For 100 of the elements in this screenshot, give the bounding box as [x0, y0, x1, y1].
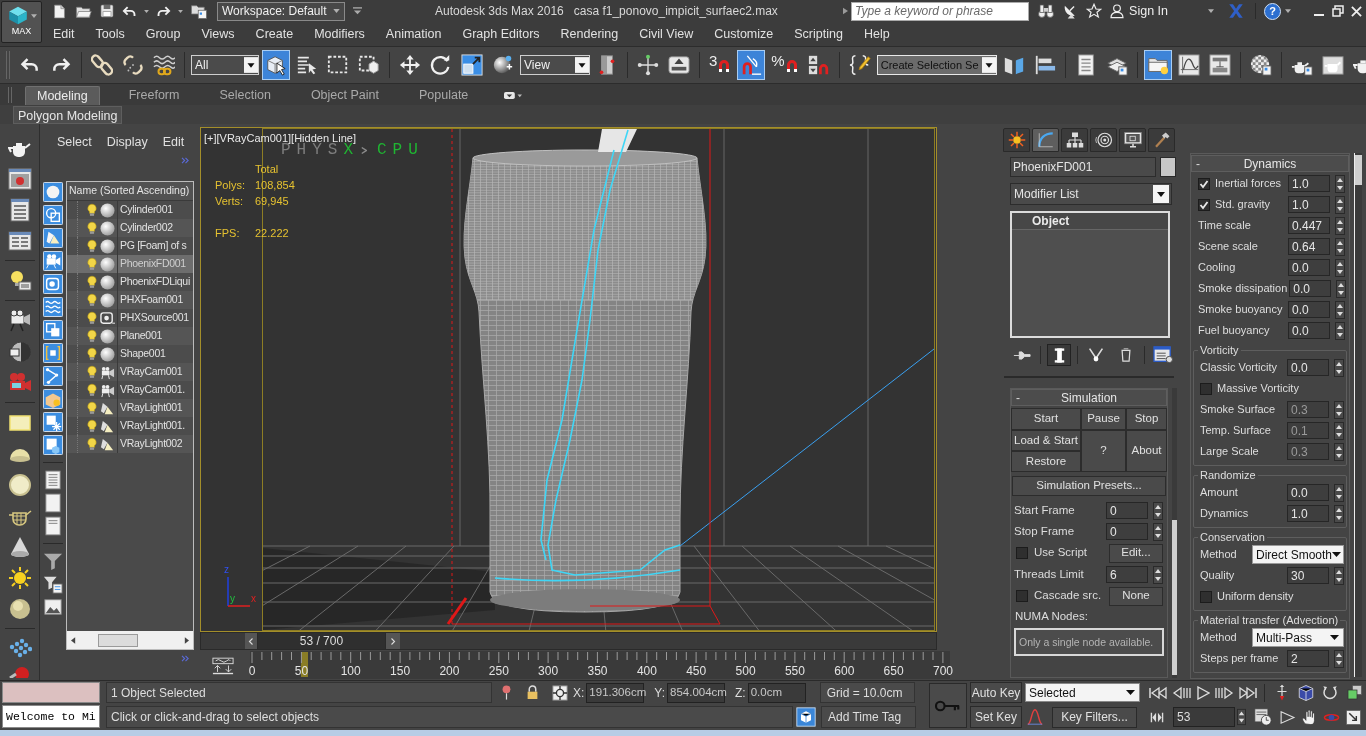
vertical-scrollbar[interactable] [1172, 388, 1177, 678]
polygon-modeling-button[interactable]: Polygon Modeling [13, 105, 123, 124]
scale-box-icon[interactable] [461, 54, 483, 76]
restore-icon[interactable] [1332, 5, 1344, 17]
coordinate-field[interactable]: 0.0cm [747, 682, 806, 703]
sphere-tile-icon[interactable] [43, 182, 63, 202]
key-mode-icon[interactable] [1149, 710, 1165, 724]
cascade-source-button[interactable]: None [1109, 586, 1163, 606]
isolate-cube-icon[interactable] [796, 707, 816, 727]
previous-frame-icon[interactable] [1172, 685, 1192, 700]
schematic-icon[interactable] [1208, 54, 1231, 76]
spotlight-tile-icon[interactable] [43, 228, 63, 248]
workspace-dropdown[interactable]: Workspace: Default [217, 1, 345, 21]
command-tab[interactable] [1090, 128, 1117, 152]
half-page-icon[interactable] [45, 516, 61, 536]
spinner-magnet-icon[interactable] [807, 54, 830, 76]
checkbox[interactable] [1016, 547, 1028, 559]
spinner-arrows-icon[interactable] [1334, 483, 1344, 502]
time-slider-thumb[interactable]: 53 / 700 [257, 633, 385, 649]
document-lines-icon[interactable] [45, 470, 61, 490]
stack-tool-button[interactable] [1047, 344, 1071, 366]
orbit-arrows-icon[interactable] [1321, 683, 1339, 702]
number-field[interactable]: 0.64 [1288, 238, 1330, 255]
hand-pan-icon[interactable] [1301, 708, 1318, 726]
spinner-arrows-icon[interactable] [1335, 321, 1345, 340]
bulb-icon[interactable] [87, 257, 97, 271]
close-icon[interactable] [1351, 5, 1362, 17]
play-icon[interactable] [1196, 685, 1210, 700]
key-mode-dropdown[interactable]: Selected [1025, 683, 1140, 702]
current-frame-field[interactable]: 53 [1173, 707, 1235, 727]
pushpin-icon[interactable] [501, 684, 512, 701]
star-icon[interactable] [1086, 3, 1103, 19]
coordinate-system-dropdown[interactable]: View [520, 55, 590, 75]
ribbon-tab[interactable]: Selection [208, 86, 282, 105]
help-button[interactable]: ? [1264, 2, 1281, 20]
outliner-row[interactable]: VRayLight001 [67, 399, 193, 417]
named-selection-dropdown[interactable]: Create Selection Se [876, 55, 997, 75]
number-field[interactable]: 1.0 [1287, 505, 1329, 522]
crosshair-box-icon[interactable] [552, 684, 568, 701]
outliner-row[interactable]: VRayLight002 [67, 435, 193, 453]
bulb-icon[interactable] [87, 437, 97, 451]
spinner-arrows-icon[interactable] [1153, 501, 1163, 520]
pause-button[interactable]: Pause [1081, 408, 1126, 430]
collapse-toggle[interactable]: - [1192, 157, 1204, 170]
window-caret-icon[interactable] [503, 91, 524, 100]
boxes-icon[interactable] [1345, 683, 1363, 702]
checkbox[interactable] [1016, 590, 1028, 602]
sphere-camera-icon[interactable] [7, 339, 32, 364]
binoculars-icon[interactable] [1037, 2, 1056, 20]
align-bars-icon[interactable] [1033, 54, 1056, 76]
shapes-tile-icon[interactable] [43, 205, 63, 225]
method-dropdown[interactable]: Direct Smooth [1252, 545, 1344, 564]
ball-icon[interactable] [7, 664, 32, 678]
crosshair-dots-icon[interactable] [637, 54, 659, 76]
clock-window-icon[interactable] [1254, 708, 1272, 726]
coordinate-field[interactable]: 191.306cm [586, 682, 645, 703]
broken-chain-icon[interactable] [122, 54, 144, 76]
listener-input-field[interactable] [2, 682, 100, 703]
stop-button[interactable]: Stop [1126, 408, 1167, 430]
number-field[interactable]: 1.0 [1288, 175, 1330, 192]
number-field[interactable]: 0 [1106, 523, 1148, 540]
color-swatch-icon[interactable] [1160, 157, 1176, 177]
ribbon-tab[interactable]: Freeform [117, 86, 191, 105]
column-header[interactable]: Name (Sorted Ascending) [67, 182, 193, 201]
auto-key-button[interactable]: Auto Key [970, 682, 1022, 703]
funnel-list-icon[interactable] [43, 574, 63, 594]
select-object-button[interactable] [262, 50, 290, 80]
time-slider[interactable]: 53 / 700 [200, 632, 937, 650]
spinner-arrows-icon[interactable] [1334, 649, 1344, 668]
number-field[interactable]: 0.0 [1288, 301, 1330, 318]
scroll-left-icon[interactable] [71, 636, 76, 644]
camera-icon[interactable] [7, 308, 32, 333]
percent-snap-button[interactable]: % [768, 50, 802, 80]
checkbox[interactable] [1198, 198, 1210, 211]
command-tab[interactable] [1003, 128, 1030, 152]
list-cursor-icon[interactable] [296, 54, 318, 76]
search-field[interactable]: Type a keyword or phrase [851, 1, 1030, 21]
key-filters-button[interactable]: Key Filters... [1052, 706, 1137, 728]
outliner-row[interactable]: Cylinder002 [67, 219, 193, 237]
braces-pencil-icon[interactable] [848, 54, 871, 76]
command-tab[interactable] [1148, 128, 1175, 152]
bulb-icon[interactable] [87, 203, 97, 217]
set-key-button[interactable]: Set Key [970, 706, 1022, 728]
stack-item[interactable]: Object [1012, 213, 1168, 230]
outliner-row[interactable]: PHXFoam001 [67, 291, 193, 309]
maximize-icon[interactable] [1345, 708, 1362, 726]
brackets-tile-icon[interactable] [43, 343, 63, 363]
bulb-icon[interactable] [87, 383, 97, 397]
bulb-icon[interactable] [87, 275, 97, 289]
load-and-start-button[interactable]: Load & Start [1011, 430, 1081, 451]
edit-button[interactable]: Edit... [1109, 543, 1163, 563]
menu-item[interactable]: Tools [95, 24, 125, 44]
spinner-arrows-icon[interactable] [1336, 279, 1347, 298]
go-to-start-icon[interactable] [1148, 685, 1168, 700]
bulb-icon[interactable] [87, 419, 97, 433]
spinner-arrows-icon[interactable] [1334, 358, 1344, 377]
box-bulb-tile-icon[interactable] [43, 389, 63, 409]
stacked-squares-tile-icon[interactable] [43, 320, 63, 340]
menu-item[interactable]: Help [863, 24, 890, 44]
spinner-arrows-icon[interactable] [1153, 522, 1163, 541]
